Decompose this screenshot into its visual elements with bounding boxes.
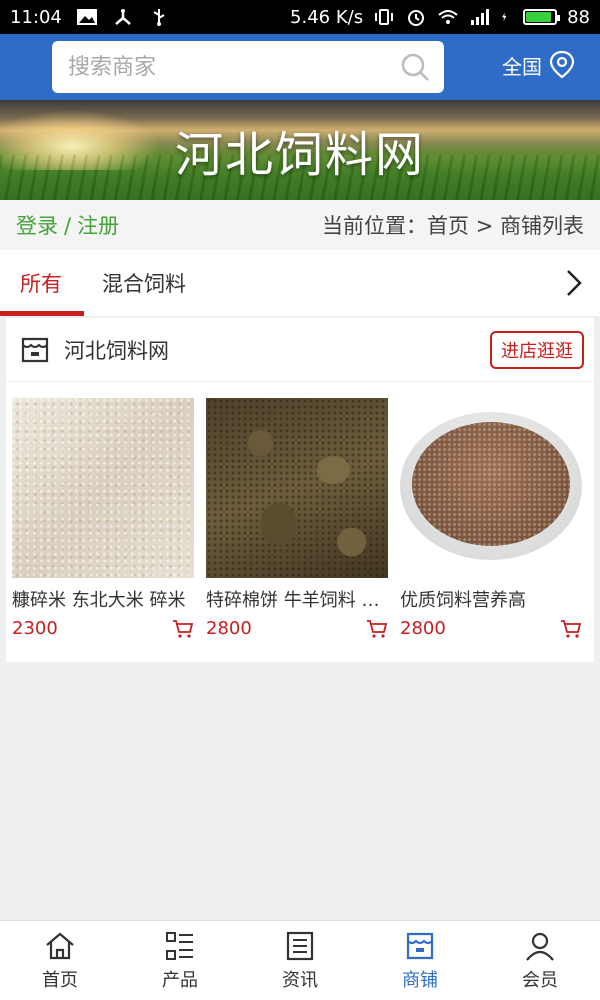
product-image-cottonseed-cake[interactable]	[206, 398, 388, 578]
product-image-feed-bowl[interactable]	[400, 398, 582, 578]
auth-separator: /	[64, 214, 72, 238]
product-price: 2300	[12, 618, 58, 639]
product-price: 2800	[400, 618, 446, 639]
product-item[interactable]: 糠碎米 东北大米 碎米 2300	[12, 398, 194, 639]
network-speed: 5.46 K/s	[290, 6, 364, 28]
shop-card: 河北饲料网 进店逛逛 糠碎米 东北大米 碎米 2300 特碎棉饼 牛羊饲料 棉饼…	[6, 318, 594, 662]
nav-label: 商铺	[402, 969, 438, 991]
cart-icon[interactable]	[172, 619, 194, 639]
shop-name[interactable]: 河北饲料网	[64, 335, 169, 365]
home-icon	[46, 932, 74, 959]
battery-level: 88	[567, 6, 590, 28]
banner-title: 河北饲料网	[174, 127, 425, 183]
visit-shop-button[interactable]: 进店逛逛	[490, 330, 584, 369]
nav-member[interactable]: 会员	[480, 921, 600, 1000]
login-link[interactable]: 登录	[16, 214, 58, 238]
search-bar[interactable]	[52, 41, 444, 93]
product-list-icon	[166, 931, 193, 960]
tab-label: 混合饲料	[102, 272, 186, 296]
product-item[interactable]: 优质饲料营养高 2800	[400, 398, 582, 639]
product-name[interactable]: 优质饲料营养高	[400, 586, 582, 612]
shop-icon	[21, 337, 49, 362]
product-price: 2800	[206, 618, 252, 639]
feed-shape	[412, 422, 570, 546]
search-icon[interactable]	[400, 52, 430, 82]
category-tabs: 所有 混合饲料	[0, 250, 600, 316]
usb-icon	[153, 9, 165, 26]
region-label: 全国	[502, 54, 542, 79]
product-image-broken-rice[interactable]	[12, 398, 194, 578]
product-name[interactable]: 特碎棉饼 牛羊饲料 棉饼	[206, 586, 388, 612]
status-time: 11:04	[10, 6, 62, 28]
charging-icon	[502, 12, 507, 22]
search-input[interactable]	[68, 54, 400, 80]
nav-home[interactable]: 首页	[0, 921, 120, 1000]
nav-products[interactable]: 产品	[120, 921, 240, 1000]
region-selector[interactable]: 全国	[502, 50, 576, 80]
cart-icon[interactable]	[560, 619, 582, 639]
nav-shops[interactable]: 商铺	[360, 921, 480, 1000]
wifi-icon	[438, 10, 458, 24]
cart-icon[interactable]	[366, 619, 388, 639]
image-notification-icon	[76, 9, 97, 25]
nav-label: 资讯	[282, 969, 318, 991]
bottom-nav: 首页 产品 资讯 商铺 会员	[0, 920, 600, 1000]
news-icon	[286, 931, 314, 960]
nav-label: 会员	[522, 969, 558, 991]
tab-mixed-feed[interactable]: 混合饲料	[82, 250, 206, 316]
auth-links: 登录 / 注册	[16, 210, 119, 240]
signal-icon	[471, 9, 490, 25]
product-list: 糠碎米 东北大米 碎米 2300 特碎棉饼 牛羊饲料 棉饼 2800 优质饲料营…	[6, 382, 594, 639]
location-pin-icon	[549, 50, 575, 79]
tab-all[interactable]: 所有	[0, 250, 84, 316]
alarm-icon	[408, 10, 425, 26]
shop-icon	[406, 932, 434, 959]
chevron-right-icon[interactable]	[562, 268, 586, 298]
nav-label: 首页	[42, 969, 78, 991]
breadcrumb: 当前位置：首页 > 商铺列表	[322, 214, 584, 238]
shop-header: 河北饲料网 进店逛逛	[6, 318, 594, 382]
header: 全国	[0, 34, 600, 100]
tab-label: 所有	[20, 272, 62, 296]
vibrate-icon	[375, 9, 394, 25]
breadcrumb-bar: 登录 / 注册 当前位置：首页 > 商铺列表	[0, 200, 600, 250]
nav-news[interactable]: 资讯	[240, 921, 360, 1000]
battery-icon	[523, 9, 561, 25]
fork-notification-icon	[115, 9, 131, 25]
status-bar: 11:04 5.46 K/s 88	[0, 0, 600, 34]
nav-label: 产品	[162, 969, 198, 991]
user-icon	[526, 932, 554, 961]
register-link[interactable]: 注册	[77, 214, 119, 238]
product-name[interactable]: 糠碎米 东北大米 碎米	[12, 586, 194, 612]
banner: 河北饲料网	[0, 100, 600, 200]
product-item[interactable]: 特碎棉饼 牛羊饲料 棉饼 2800	[206, 398, 388, 639]
